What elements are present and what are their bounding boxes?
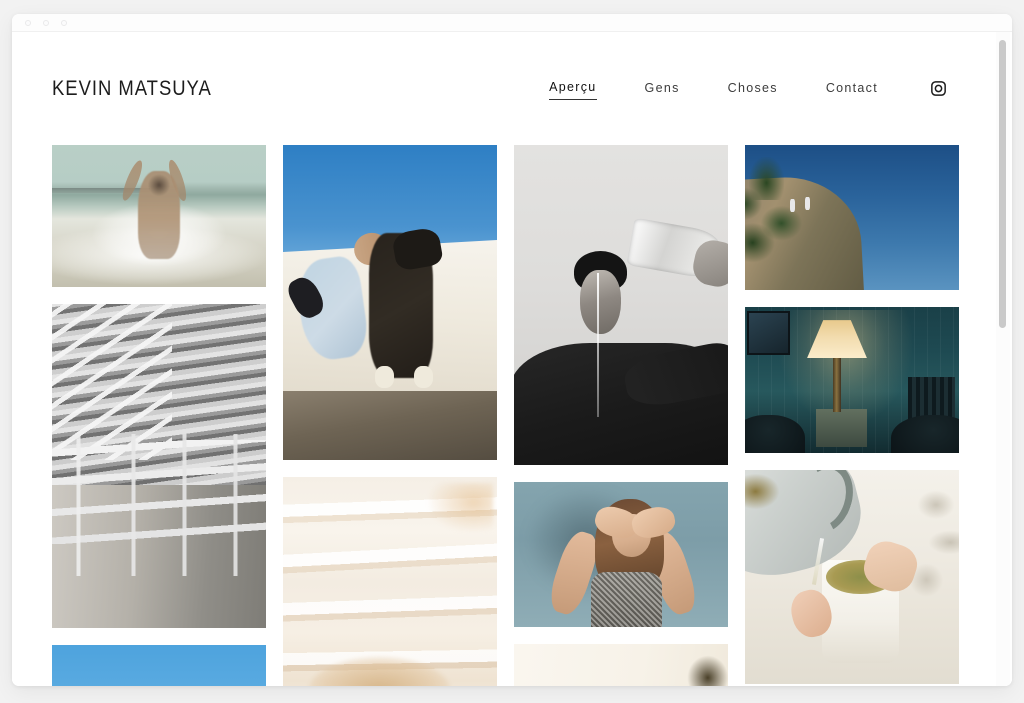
page-scrollbar-thumb[interactable] bbox=[999, 40, 1006, 328]
photo-travertine-terraces[interactable] bbox=[283, 477, 497, 686]
nav-item-contact[interactable]: Contact bbox=[826, 78, 878, 100]
gallery-column-2 bbox=[283, 145, 497, 686]
photo-woman-hands-eyes-art bbox=[514, 482, 728, 627]
nav-item-choses[interactable]: Choses bbox=[728, 78, 778, 100]
window-dot-minimize[interactable] bbox=[43, 19, 49, 26]
site-page: KEVIN MATSUYA Aperçu Gens Choses Contact bbox=[12, 32, 1012, 686]
photo-blue-sky-art bbox=[52, 645, 266, 686]
page-title: KEVIN MATSUYA bbox=[52, 76, 212, 100]
photo-pouring-tea-art bbox=[745, 470, 959, 684]
photo-lamp-room[interactable] bbox=[745, 307, 959, 453]
photo-wall-jump[interactable] bbox=[283, 145, 497, 460]
gallery-column-4 bbox=[745, 145, 959, 684]
photo-cliff-sky-art bbox=[745, 145, 959, 290]
page-viewport: KEVIN MATSUYA Aperçu Gens Choses Contact bbox=[12, 32, 1012, 686]
photo-bleachers[interactable] bbox=[52, 304, 266, 628]
window-dot-maximize[interactable] bbox=[61, 19, 67, 26]
photo-water-portrait[interactable] bbox=[514, 145, 728, 465]
photo-water-portrait-art bbox=[514, 145, 728, 465]
photo-cliff-sky[interactable] bbox=[745, 145, 959, 290]
photo-wall-jump-art bbox=[283, 145, 497, 460]
site-header: KEVIN MATSUYA Aperçu Gens Choses Contact bbox=[52, 32, 972, 145]
page-scrollbar-track[interactable] bbox=[996, 32, 1010, 686]
nav-item-gens[interactable]: Gens bbox=[645, 78, 680, 100]
gallery-column-1 bbox=[52, 145, 266, 686]
window-dot-close[interactable] bbox=[25, 19, 31, 26]
photo-beach-splash[interactable] bbox=[52, 145, 266, 287]
photo-blue-sky[interactable] bbox=[52, 645, 266, 686]
photo-foliage-light[interactable] bbox=[514, 644, 728, 686]
instagram-link[interactable] bbox=[878, 80, 947, 97]
photo-lamp-room-art bbox=[745, 307, 959, 453]
photo-bleachers-art bbox=[52, 304, 266, 628]
nav-item-apercu[interactable]: Aperçu bbox=[549, 77, 597, 100]
instagram-icon bbox=[931, 81, 946, 96]
photo-travertine-terraces-art bbox=[283, 477, 497, 686]
photo-foliage-light-art bbox=[514, 644, 728, 686]
photo-woman-hands-eyes[interactable] bbox=[514, 482, 728, 627]
photo-beach-splash-art bbox=[52, 145, 266, 287]
browser-window: KEVIN MATSUYA Aperçu Gens Choses Contact bbox=[12, 14, 1012, 686]
window-titlebar bbox=[12, 14, 1012, 32]
photo-gallery-grid bbox=[52, 145, 972, 686]
gallery-column-3 bbox=[514, 145, 728, 686]
main-navigation: Aperçu Gens Choses Contact bbox=[549, 77, 947, 100]
photo-pouring-tea[interactable] bbox=[745, 470, 959, 684]
